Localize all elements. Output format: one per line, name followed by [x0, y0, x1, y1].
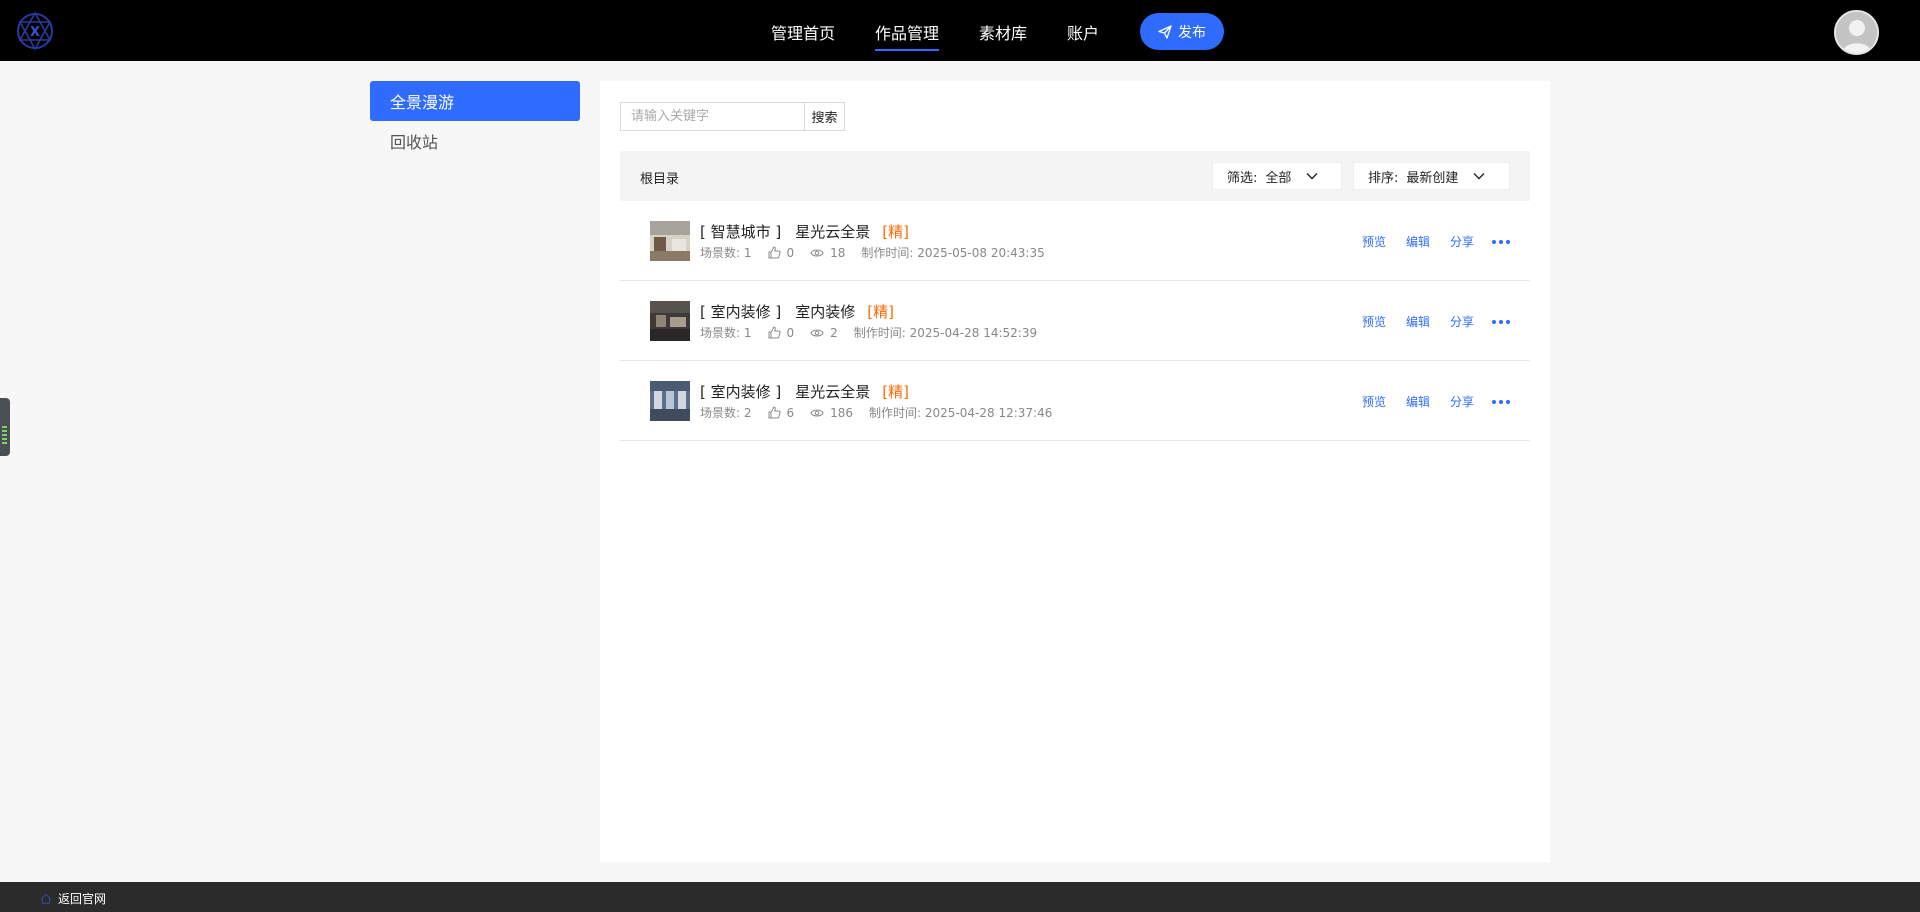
- work-name: 室内装修: [795, 303, 856, 321]
- featured-badge: [精]: [867, 303, 894, 321]
- work-name: 星光云全景: [795, 383, 871, 401]
- sidebar-item-label: 回收站: [390, 133, 439, 152]
- edit-link[interactable]: 编辑: [1406, 393, 1430, 410]
- work-meta: 场景数: 1 0 2 制作时间: 2025-04-28 14:52:39: [700, 324, 1053, 341]
- likes-count: 0: [786, 245, 795, 260]
- sidebar-item-label: 全景漫游: [390, 93, 455, 112]
- likes-count: 6: [786, 405, 795, 420]
- views-count: 186: [830, 405, 854, 420]
- featured-badge: [精]: [882, 383, 909, 401]
- work-title[interactable]: [ 智慧城市 ] 星光云全景 [精]: [700, 221, 909, 242]
- edit-link[interactable]: 编辑: [1406, 233, 1430, 250]
- preview-link[interactable]: 预览: [1362, 313, 1386, 330]
- likes-count: 0: [786, 325, 795, 340]
- share-link[interactable]: 分享: [1450, 393, 1474, 410]
- work-actions: 预览 编辑 分享: [1342, 393, 1510, 410]
- created-time: 制作时间: 2025-05-08 20:43:35: [861, 246, 1045, 260]
- eye-icon: [810, 329, 824, 336]
- directory-bar: 根目录 筛选: 全部 排序: 最新创建: [620, 151, 1530, 201]
- main-nav: 管理首页 作品管理 素材库 账户: [0, 0, 1920, 61]
- work-actions: 预览 编辑 分享: [1342, 313, 1510, 330]
- work-category: [ 室内装修 ]: [700, 303, 782, 321]
- thumbs-up-icon: [768, 406, 781, 419]
- preview-link[interactable]: 预览: [1362, 233, 1386, 250]
- home-icon: [40, 893, 52, 904]
- publish-button[interactable]: 发布: [1140, 13, 1224, 50]
- filter-label: 筛选:: [1227, 170, 1258, 186]
- views-count: 18: [830, 245, 846, 260]
- search-bar: 搜索: [620, 102, 845, 131]
- nav-item-works[interactable]: 作品管理: [875, 20, 940, 51]
- work-title[interactable]: [ 室内装修 ] 星光云全景 [精]: [700, 381, 909, 402]
- scene-count: 场景数: 1: [700, 326, 752, 340]
- likes-stat: 0: [768, 325, 795, 340]
- likes-stat: 6: [768, 405, 795, 420]
- floating-side-tab[interactable]: [0, 398, 10, 456]
- thumbs-up-icon: [768, 326, 781, 339]
- scene-count: 场景数: 1: [700, 246, 752, 260]
- sidebar-item-recycle-bin[interactable]: 回收站: [370, 121, 580, 161]
- featured-badge: [精]: [882, 223, 909, 241]
- work-category: [ 室内装修 ]: [700, 383, 782, 401]
- footer-bar: 返回官网: [0, 882, 1920, 912]
- work-name: 星光云全景: [795, 223, 871, 241]
- views-count: 2: [830, 325, 838, 340]
- work-thumbnail[interactable]: [650, 221, 690, 261]
- scene-count: 场景数: 2: [700, 406, 752, 420]
- nav-item-account[interactable]: 账户: [1067, 20, 1099, 44]
- share-link[interactable]: 分享: [1450, 233, 1474, 250]
- created-time: 制作时间: 2025-04-28 12:37:46: [869, 406, 1053, 420]
- created-time: 制作时间: 2025-04-28 14:52:39: [853, 326, 1038, 340]
- work-meta: 场景数: 2 6 186 制作时间: 2025-04-28 12:37:46: [700, 404, 1068, 421]
- eye-icon: [810, 249, 824, 256]
- back-to-site-link[interactable]: 返回官网: [40, 890, 106, 907]
- likes-stat: 0: [768, 245, 795, 260]
- top-navbar: X 管理首页 作品管理 素材库 账户 发布: [0, 0, 1920, 61]
- filter-value: 全部: [1265, 170, 1292, 186]
- avatar-icon: [1836, 12, 1877, 53]
- thumbs-up-icon: [768, 246, 781, 259]
- send-icon: [1158, 24, 1172, 39]
- publish-label: 发布: [1178, 24, 1206, 41]
- more-icon[interactable]: [1492, 399, 1510, 404]
- nav-item-home[interactable]: 管理首页: [771, 20, 835, 44]
- sort-value: 最新创建: [1406, 170, 1459, 186]
- work-thumbnail[interactable]: [650, 381, 690, 421]
- work-row: [ 室内装修 ] 室内装修 [精] 场景数: 1 0 2 制作时间: 2025-04…: [620, 281, 1530, 361]
- views-stat: 186: [810, 406, 853, 420]
- back-to-site-label: 返回官网: [58, 892, 107, 906]
- work-actions: 预览 编辑 分享: [1342, 233, 1510, 250]
- eye-icon: [810, 409, 824, 416]
- chevron-down-icon: [1306, 173, 1318, 180]
- more-icon[interactable]: [1492, 319, 1510, 324]
- search-input[interactable]: [620, 102, 805, 131]
- sort-dropdown[interactable]: 排序: 最新创建: [1353, 162, 1510, 190]
- share-link[interactable]: 分享: [1450, 313, 1474, 330]
- preview-link[interactable]: 预览: [1362, 393, 1386, 410]
- search-button[interactable]: 搜索: [805, 102, 845, 131]
- filter-dropdown[interactable]: 筛选: 全部: [1212, 162, 1342, 190]
- work-row: [ 智慧城市 ] 星光云全景 [精] 场景数: 1 0 18 制作时间: 2025-…: [620, 201, 1530, 281]
- sidebar-item-panorama[interactable]: 全景漫游: [370, 81, 580, 121]
- work-thumbnail[interactable]: [650, 301, 690, 341]
- sidebar: 全景漫游 回收站: [370, 81, 580, 161]
- sort-label: 排序:: [1368, 170, 1399, 186]
- views-stat: 18: [810, 246, 845, 260]
- views-stat: 2: [810, 326, 838, 340]
- chevron-down-icon: [1473, 173, 1485, 180]
- work-title[interactable]: [ 室内装修 ] 室内装修 [精]: [700, 301, 894, 322]
- nav-item-materials[interactable]: 素材库: [979, 20, 1027, 44]
- more-icon[interactable]: [1492, 239, 1510, 244]
- user-avatar[interactable]: [1834, 10, 1879, 55]
- edit-link[interactable]: 编辑: [1406, 313, 1430, 330]
- directory-title: 根目录: [640, 172, 680, 187]
- works-panel: 搜索 根目录 筛选: 全部 排序: 最新创建 [ 智慧城市 ]: [600, 81, 1550, 862]
- work-category: [ 智慧城市 ]: [700, 223, 782, 241]
- work-row: [ 室内装修 ] 星光云全景 [精] 场景数: 2 6 186 制作时间: 2025…: [620, 361, 1530, 441]
- work-meta: 场景数: 1 0 18 制作时间: 2025-05-08 20:43:35: [700, 244, 1061, 261]
